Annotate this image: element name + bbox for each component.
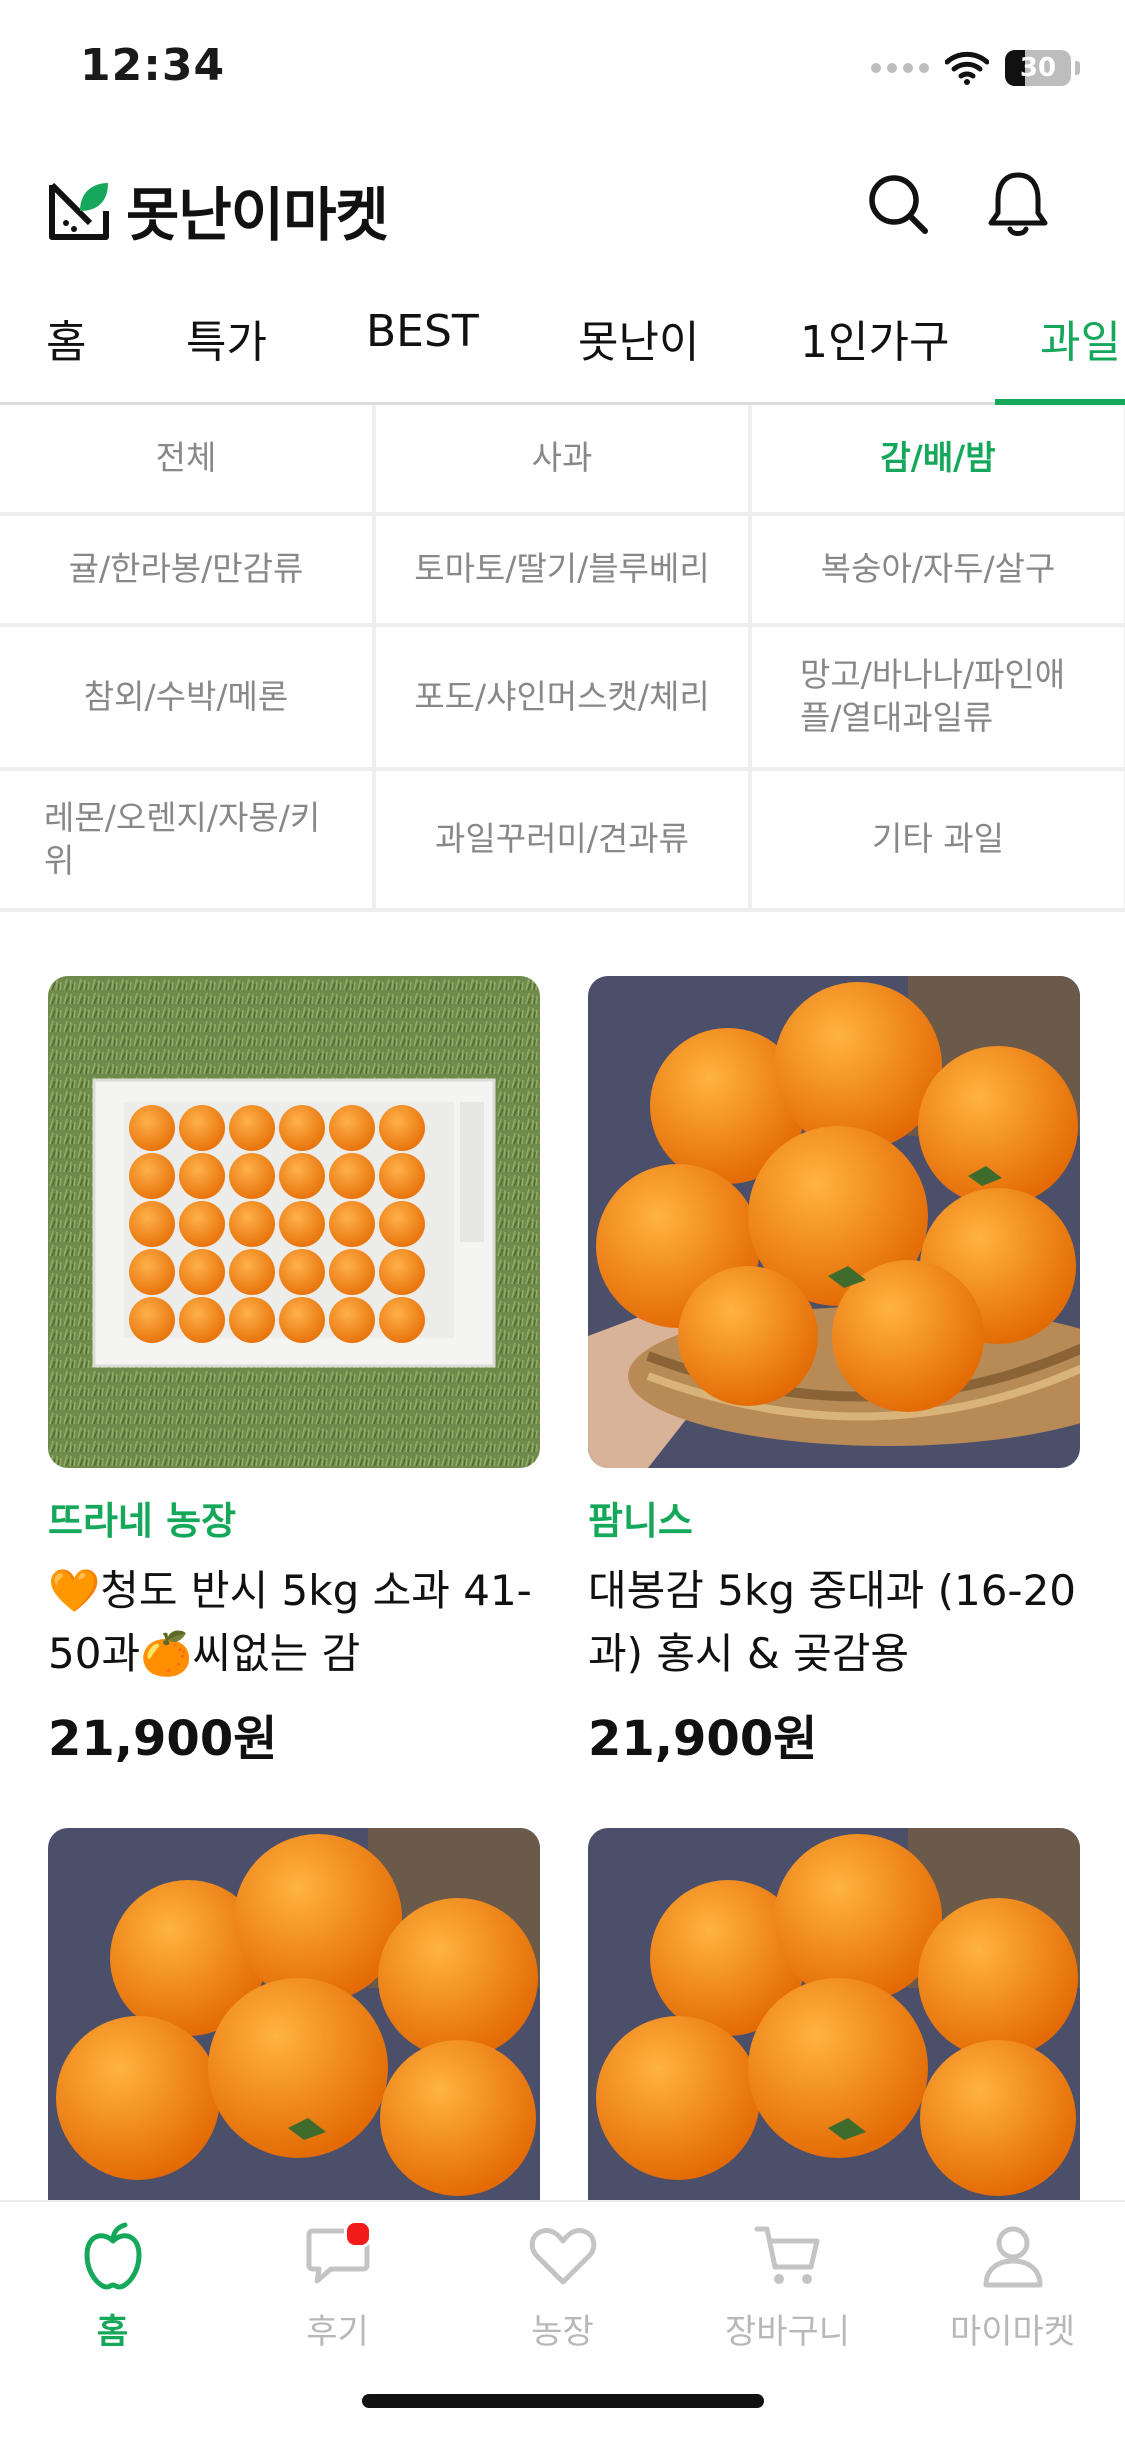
app-header: 못난이마켓 [0, 140, 1125, 270]
cart-icon [748, 2216, 828, 2296]
persimmon-fruit [229, 1201, 275, 1247]
persimmon-fruit [129, 1201, 175, 1247]
persimmon-fruit [329, 1153, 375, 1199]
chat-bubble-icon [298, 2216, 378, 2296]
persimmon-fruit [129, 1153, 175, 1199]
tab-special[interactable]: 특가 [186, 290, 267, 402]
subcategory-melon[interactable]: 참외/수박/메론 [0, 627, 372, 767]
persimmon-fruit [229, 1297, 275, 1343]
persimmon-fruit [179, 1153, 225, 1199]
subcategory-citrus[interactable]: 귤/한라봉/만감류 [0, 516, 372, 623]
app-name: 못난이마켓 [126, 181, 389, 249]
product-card[interactable]: 팜니스 대봉감 5kg 중대과 (16-20과) 홍시 & 곶감용 21,900… [588, 976, 1080, 1769]
persimmon-fruit [179, 1201, 225, 1247]
bell-icon [988, 172, 1048, 236]
battery-icon: 30 [1005, 50, 1071, 86]
persimmon-fruit [279, 1297, 325, 1343]
battery-level: 30 [1019, 53, 1057, 83]
persimmon-fruit [379, 1153, 425, 1199]
subcategory-all[interactable]: 전체 [0, 405, 372, 512]
wifi-icon [945, 51, 989, 85]
persimmon-fruit [279, 1201, 325, 1247]
persimmon-fruit [179, 1105, 225, 1151]
nav-label: 홈 [96, 2312, 129, 2352]
product-image[interactable] [48, 976, 540, 1468]
product-name: 🧡청도 반시 5kg 소과 41-50과🍊씨없는 감 [48, 1566, 532, 1678]
nav-label: 농장 [531, 2312, 594, 2352]
tab-single-household[interactable]: 1인가구 [800, 290, 949, 402]
persimmon-fruit [229, 1105, 275, 1151]
home-indicator [362, 2394, 764, 2408]
nav-label: 마이마켓 [949, 2312, 1076, 2352]
logo-icon [49, 182, 109, 240]
persimmon-fruit [229, 1153, 275, 1199]
subcategory-grape-cherry[interactable]: 포도/샤인머스캣/체리 [376, 627, 748, 767]
category-tabs: 홈 특가 BEST 못난이 1인가구 과일 [0, 290, 1125, 405]
persimmon-fruit [329, 1297, 375, 1343]
nav-label: 후기 [306, 2312, 369, 2352]
subcategory-lemon-orange-kiwi[interactable]: 레몬/오렌지/자몽/키위 [0, 771, 372, 908]
status-time: 12:34 [80, 40, 226, 91]
nav-farm[interactable]: 농장 [450, 2216, 675, 2356]
tab-best[interactable]: BEST [366, 290, 479, 402]
persimmon-fruit [279, 1153, 325, 1199]
subcategory-other-fruit[interactable]: 기타 과일 [752, 771, 1124, 908]
persimmon-fruit [129, 1249, 175, 1295]
persimmon-fruit [379, 1105, 425, 1151]
persimmon-fruit [229, 1249, 275, 1295]
apple-icon [73, 2216, 153, 2296]
status-icons: 30 [871, 48, 1080, 88]
battery-cap [1075, 61, 1080, 75]
subcategory-fruit-box-nuts[interactable]: 과일꾸러미/견과류 [376, 771, 748, 908]
tab-fruit[interactable]: 과일 [1040, 290, 1121, 402]
subcategory-tropical[interactable]: 망고/바나나/파인애플/열대과일류 [752, 627, 1124, 767]
persimmon-box-photo [48, 976, 540, 1468]
product-price: 21,900원 [588, 1711, 818, 1767]
signal-icon [871, 63, 929, 73]
search-button[interactable] [860, 166, 936, 242]
product-farm: 뜨라네 농장 [48, 1499, 237, 1543]
status-bar: 12:34 30 [0, 0, 1125, 140]
persimmon-fruit [329, 1105, 375, 1151]
product-name: 대봉감 5kg 중대과 (16-20과) 홍시 & 곶감용 [588, 1566, 1077, 1678]
notification-button[interactable] [980, 166, 1056, 242]
persimmon-fruit [179, 1249, 225, 1295]
app-logo[interactable]: 못난이마켓 [46, 168, 389, 252]
persimmon-fruit [129, 1297, 175, 1343]
product-image[interactable] [588, 976, 1080, 1468]
notification-badge [343, 2220, 372, 2248]
product-price: 21,900원 [48, 1711, 278, 1767]
persimmon-fruit [279, 1249, 325, 1295]
nav-cart[interactable]: 장바구니 [675, 2216, 900, 2356]
subcategory-persimmon-pear-chestnut[interactable]: 감/배/밤 [752, 405, 1124, 512]
persimmon-fruit [379, 1249, 425, 1295]
nav-reviews[interactable]: 후기 [225, 2216, 450, 2356]
persimmon-basket-photo [588, 976, 1080, 1468]
persimmon-fruit [379, 1201, 425, 1247]
tab-ugly[interactable]: 못난이 [578, 290, 699, 402]
persimmon-fruit [279, 1105, 325, 1151]
persimmon-fruit [329, 1201, 375, 1247]
heart-icon [523, 2216, 603, 2296]
search-icon [869, 175, 928, 234]
persimmon-fruit [179, 1297, 225, 1343]
product-farm: 팜니스 [588, 1499, 693, 1543]
persimmon-fruit [329, 1249, 375, 1295]
tab-home[interactable]: 홈 [46, 290, 86, 402]
subcategory-tomato-berry[interactable]: 토마토/딸기/블루베리 [376, 516, 748, 623]
persimmon-fruit [379, 1297, 425, 1343]
subcategory-grid: 전체 사과 감/배/밤 귤/한라봉/만감류 토마토/딸기/블루베리 복숭아/자두… [0, 405, 1125, 912]
persimmon-fruit [129, 1105, 175, 1151]
product-card[interactable]: 뜨라네 농장 🧡청도 반시 5kg 소과 41-50과🍊씨없는 감 21,900… [48, 976, 540, 1769]
nav-home[interactable]: 홈 [0, 2216, 225, 2356]
subcategory-apple[interactable]: 사과 [376, 405, 748, 512]
nav-my-market[interactable]: 마이마켓 [900, 2216, 1125, 2356]
profile-icon [973, 2216, 1053, 2296]
subcategory-peach-plum[interactable]: 복숭아/자두/살구 [752, 516, 1124, 623]
nav-label: 장바구니 [724, 2312, 851, 2352]
